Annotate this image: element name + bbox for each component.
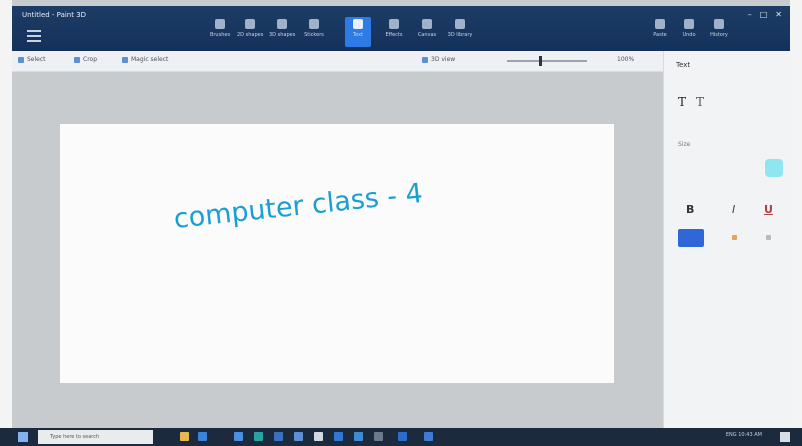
window-controls: – □ ✕ [748, 10, 782, 19]
right-frame [790, 0, 802, 446]
tool-stickers[interactable]: Stickers [301, 17, 327, 47]
underline-button[interactable]: U [764, 203, 773, 216]
magic-select-icon [122, 56, 128, 63]
select-icon [18, 56, 24, 63]
ribbon-toolbar: Untitled - Paint 3D – □ ✕ Brushes 2D sha… [12, 6, 790, 51]
panel-title: Text [676, 61, 691, 69]
library-icon [455, 19, 465, 29]
tool-paste[interactable]: Paste [647, 17, 673, 47]
taskbar-app-icon[interactable] [274, 432, 283, 441]
view-3d-icon [422, 56, 428, 63]
brush-icon [215, 19, 225, 29]
text-2d-button[interactable]: T [678, 95, 686, 109]
taskbar-app-icon[interactable] [398, 432, 407, 441]
taskbar-app-icon[interactable] [254, 432, 263, 441]
minimize-button[interactable]: – [748, 10, 752, 19]
taskbar-search-input[interactable]: Type here to search [38, 430, 153, 444]
window-title: Untitled - Paint 3D [22, 11, 87, 19]
view-3d-button[interactable]: 3D view [422, 56, 455, 63]
select-button[interactable]: Select [18, 56, 46, 63]
tool-2d-shapes[interactable]: 2D shapes [237, 17, 263, 47]
crop-button[interactable]: Crop [74, 56, 97, 63]
undo-icon [684, 19, 694, 29]
canvas-text[interactable]: computer class - 4 [172, 178, 424, 235]
paint3d-taskbar-icon[interactable] [424, 432, 433, 441]
taskbar-app-icon[interactable] [234, 432, 243, 441]
notification-icon[interactable] [780, 432, 790, 442]
crop-icon [74, 56, 80, 63]
history-icon [714, 19, 724, 29]
shapes-3d-icon [277, 19, 287, 29]
color-option-gray[interactable] [766, 235, 771, 240]
edge-browser-icon[interactable] [198, 432, 207, 441]
tool-undo[interactable]: Undo [676, 17, 702, 47]
bold-button[interactable]: B [686, 203, 694, 216]
tool-text[interactable]: Text [345, 17, 371, 47]
text-icon [353, 19, 363, 29]
italic-button[interactable]: I [732, 203, 735, 216]
file-explorer-icon[interactable] [180, 432, 189, 441]
canvas-icon [422, 19, 432, 29]
tool-effects[interactable]: Effects [381, 17, 407, 47]
close-button[interactable]: ✕ [775, 10, 782, 19]
zoom-slider-track[interactable] [507, 60, 587, 62]
magic-select-button[interactable]: Magic select [122, 56, 168, 63]
text-3d-button[interactable]: T [696, 95, 704, 109]
taskbar-app-icon[interactable] [294, 432, 303, 441]
taskbar-app-icon[interactable] [334, 432, 343, 441]
tool-history[interactable]: History [706, 17, 732, 47]
menu-button[interactable] [22, 27, 46, 43]
text-panel: Text T T Size B I U [663, 51, 791, 428]
paste-icon [655, 19, 665, 29]
taskbar-app-icon[interactable] [374, 432, 383, 441]
effects-icon [389, 19, 399, 29]
zoom-value: 100% [617, 56, 635, 63]
selected-color-box[interactable] [678, 229, 704, 247]
tool-brushes[interactable]: Brushes [207, 17, 233, 47]
shapes-2d-icon [245, 19, 255, 29]
tool-canvas[interactable]: Canvas [414, 17, 440, 47]
left-frame [0, 0, 12, 446]
maximize-button[interactable]: □ [760, 10, 768, 19]
zoom-slider-thumb[interactable] [539, 56, 542, 66]
taskbar-app-icon[interactable] [314, 432, 323, 441]
color-option-orange[interactable] [732, 235, 737, 240]
drawing-canvas[interactable]: computer class - 4 [60, 124, 614, 383]
windows-start-icon[interactable] [18, 432, 28, 442]
system-tray: ENG 10:43 AM [725, 432, 762, 438]
font-size-label: Size [678, 141, 691, 148]
tool-3d-library[interactable]: 3D library [447, 17, 473, 47]
taskbar: Type here to search ENG 10:43 AM [0, 428, 802, 446]
command-bar: Select Crop Magic select 3D view 100% [12, 51, 663, 72]
accent-swatch[interactable] [765, 159, 783, 177]
sticker-icon [309, 19, 319, 29]
tool-3d-shapes[interactable]: 3D shapes [269, 17, 295, 47]
taskbar-app-icon[interactable] [354, 432, 363, 441]
